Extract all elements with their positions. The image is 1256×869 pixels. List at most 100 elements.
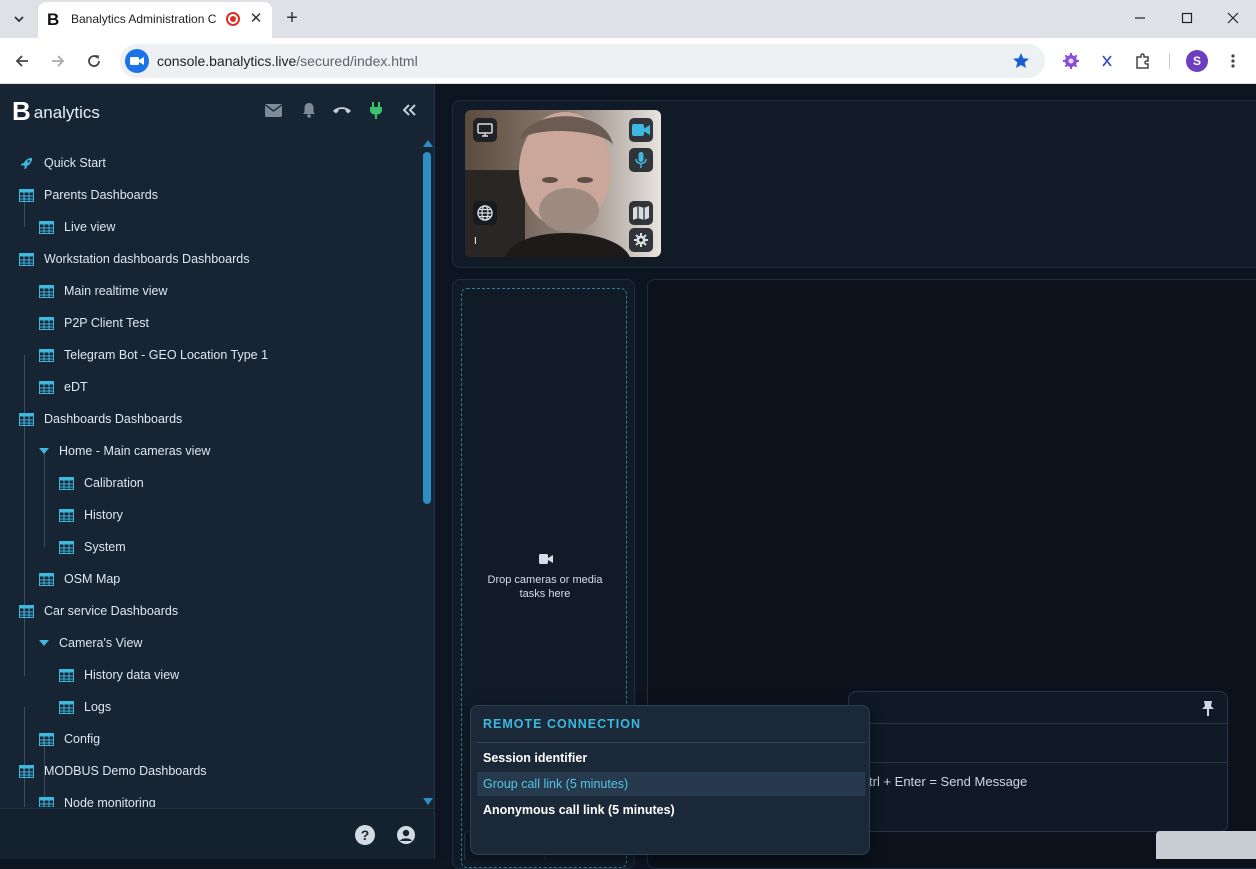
globe-icon[interactable] bbox=[473, 201, 497, 225]
screen-share-icon[interactable] bbox=[473, 118, 497, 142]
sidebar-item-node-monitoring[interactable]: Node monitoring bbox=[0, 787, 420, 807]
url-text: console.banalytics.live/secured/index.ht… bbox=[157, 53, 418, 69]
sidebar-item-logs[interactable]: Logs bbox=[0, 691, 420, 723]
camera-site-icon[interactable] bbox=[125, 49, 149, 73]
sidebar-item-label: History data view bbox=[84, 668, 180, 682]
menu-item-session-identifier[interactable]: Session identifier bbox=[477, 746, 865, 770]
profile-avatar[interactable]: S bbox=[1186, 50, 1208, 72]
address-bar[interactable]: console.banalytics.live/secured/index.ht… bbox=[120, 44, 1045, 78]
browser-toolbar: console.banalytics.live/secured/index.ht… bbox=[0, 38, 1256, 84]
sidebar-item-label: Live view bbox=[64, 220, 116, 234]
plug-connected-icon[interactable] bbox=[366, 100, 386, 120]
extensions-puzzle-icon[interactable] bbox=[1132, 50, 1154, 72]
sidebar-item-label: Config bbox=[64, 732, 101, 746]
sidebar-item-parents-dashboards[interactable]: Parents Dashboards bbox=[0, 179, 420, 211]
sidebar-item-quick-start[interactable]: Quick Start bbox=[0, 147, 420, 179]
microphone-icon[interactable] bbox=[629, 148, 653, 172]
tab-close-icon[interactable]: ✕ bbox=[248, 11, 264, 27]
minimize-icon[interactable] bbox=[1129, 8, 1151, 28]
sidebar-item-modbus-demo-dashboards[interactable]: MODBUS Demo Dashboards bbox=[0, 755, 420, 787]
sidebar-item-label: Main realtime view bbox=[64, 284, 168, 298]
banalytics-favicon-icon: B bbox=[47, 10, 60, 29]
bell-icon[interactable] bbox=[299, 100, 319, 120]
bookmark-star-icon[interactable] bbox=[1010, 50, 1032, 72]
collapse-sidebar-icon[interactable] bbox=[399, 100, 419, 120]
sidebar-item-history-data-view[interactable]: History data view bbox=[0, 659, 420, 691]
chat-input-row[interactable] bbox=[849, 724, 1227, 763]
help-icon[interactable]: ? bbox=[355, 825, 375, 845]
recording-indicator-icon bbox=[226, 12, 240, 26]
forward-arrow-icon[interactable] bbox=[47, 50, 69, 72]
sidebar-footer: ? bbox=[0, 808, 434, 859]
back-arrow-icon[interactable] bbox=[11, 50, 33, 72]
sidebar-item-label: Workstation dashboards Dashboards bbox=[44, 252, 250, 266]
sidebar-item-workstation-dashboards[interactable]: Workstation dashboards Dashboards bbox=[0, 243, 420, 275]
mail-icon[interactable] bbox=[263, 100, 283, 120]
sidebar-item-home-main-cameras-view[interactable]: Home - Main cameras view bbox=[0, 435, 420, 467]
video-camera-icon bbox=[539, 554, 553, 564]
sidebar-item-edt[interactable]: eDT bbox=[0, 371, 420, 403]
sidebar-item-calibration[interactable]: Calibration bbox=[0, 467, 420, 499]
sidebar-item-p2p-client-test[interactable]: P2P Client Test bbox=[0, 307, 420, 339]
webcam-video-tile[interactable]: I bbox=[465, 110, 661, 257]
window-close-icon[interactable] bbox=[1222, 8, 1244, 28]
url-host: console.banalytics.live bbox=[157, 53, 297, 69]
sidebar-item-osm-map[interactable]: OSM Map bbox=[0, 563, 420, 595]
menu-divider bbox=[477, 742, 865, 743]
new-tab-icon[interactable]: + bbox=[281, 6, 303, 30]
user-account-icon[interactable] bbox=[396, 825, 416, 845]
sidebar-scrollbar[interactable] bbox=[421, 140, 433, 810]
sidebar-item-history[interactable]: History bbox=[0, 499, 420, 531]
extension-gear-icon[interactable] bbox=[1060, 50, 1082, 72]
video-tile-label: I bbox=[474, 236, 477, 247]
caret-down-icon[interactable] bbox=[39, 640, 49, 646]
chat-panel: trl + Enter = Send Message bbox=[848, 691, 1228, 832]
table-icon bbox=[59, 668, 74, 682]
table-icon bbox=[39, 796, 54, 807]
table-icon bbox=[19, 604, 34, 618]
sidebar-item-main-realtime-view[interactable]: Main realtime view bbox=[0, 275, 420, 307]
browser-menu-icon[interactable] bbox=[1222, 50, 1244, 72]
phone-hangup-icon[interactable] bbox=[332, 100, 352, 120]
table-icon bbox=[19, 412, 34, 426]
sidebar-item-label: Parents Dashboards bbox=[44, 188, 158, 202]
table-icon bbox=[39, 316, 54, 330]
sidebar-item-label: History bbox=[84, 508, 123, 522]
maximize-icon[interactable] bbox=[1176, 8, 1198, 28]
video-camera-icon[interactable] bbox=[629, 118, 653, 142]
reload-icon[interactable] bbox=[83, 50, 105, 72]
sidebar: B analytics Quick Start Parents Dashboar… bbox=[0, 84, 435, 859]
sidebar-item-telegram-bot[interactable]: Telegram Bot - GEO Location Type 1 bbox=[0, 339, 420, 371]
sidebar-item-label: Camera's View bbox=[59, 636, 143, 650]
tab-search-chevron-icon[interactable] bbox=[8, 8, 30, 30]
menu-item-group-call-link[interactable]: Group call link (5 minutes) bbox=[477, 772, 865, 796]
brand-logo[interactable]: B analytics bbox=[12, 98, 100, 124]
sidebar-item-system[interactable]: System bbox=[0, 531, 420, 563]
table-icon bbox=[59, 540, 74, 554]
sidebar-item-label: Car service Dashboards bbox=[44, 604, 179, 618]
sidebar-item-live-view[interactable]: Live view bbox=[0, 211, 420, 243]
corner-panel[interactable] bbox=[1156, 831, 1256, 859]
scroll-up-arrow-icon[interactable] bbox=[423, 140, 433, 147]
menu-item-anonymous-call-link[interactable]: Anonymous call link (5 minutes) bbox=[477, 798, 865, 822]
sidebar-item-cameras-view[interactable]: Camera's View bbox=[0, 627, 420, 659]
pin-icon[interactable] bbox=[1201, 700, 1215, 716]
scroll-down-arrow-icon[interactable] bbox=[423, 798, 433, 805]
sidebar-item-dashboards-dashboards[interactable]: Dashboards Dashboards bbox=[0, 403, 420, 435]
extension-x-icon[interactable] bbox=[1096, 50, 1118, 72]
browser-tab-strip: B Banalytics Administration C ✕ + bbox=[0, 0, 1256, 38]
toolbar-separator bbox=[1169, 53, 1170, 69]
sidebar-item-label: P2P Client Test bbox=[64, 316, 150, 330]
map-icon[interactable] bbox=[629, 201, 653, 225]
settings-gear-icon[interactable] bbox=[629, 228, 653, 252]
caret-down-icon[interactable] bbox=[39, 448, 49, 454]
brand-letter: B bbox=[12, 96, 31, 126]
chat-send-hint: trl + Enter = Send Message bbox=[869, 774, 1028, 789]
scroll-thumb[interactable] bbox=[423, 152, 431, 504]
remote-connection-menu: REMOTE CONNECTION Session identifier Gro… bbox=[470, 705, 870, 855]
sidebar-item-config[interactable]: Config bbox=[0, 723, 420, 755]
sidebar-item-car-service-dashboards[interactable]: Car service Dashboards bbox=[0, 595, 420, 627]
drop-zone-text: Drop cameras or media tasks here bbox=[487, 574, 603, 600]
table-icon bbox=[19, 764, 34, 778]
browser-tab[interactable]: B Banalytics Administration C ✕ bbox=[38, 2, 272, 38]
